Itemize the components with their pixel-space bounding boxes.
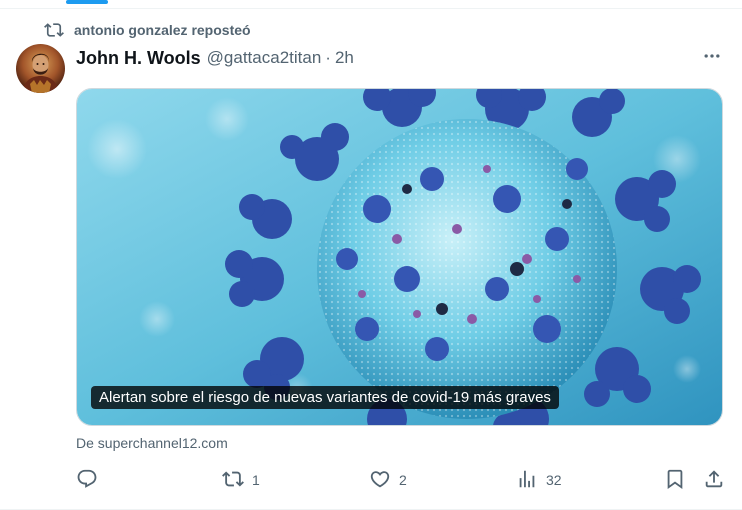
separator-dot: · <box>325 48 331 67</box>
views-count: 32 <box>546 472 562 488</box>
repost-icon <box>222 468 244 493</box>
heart-icon <box>369 468 391 493</box>
views-button[interactable]: 32 <box>516 468 562 492</box>
share-button[interactable] <box>703 468 725 492</box>
avatar[interactable] <box>16 44 65 93</box>
tweet-timestamp[interactable]: 2h <box>335 48 354 68</box>
more-icon <box>702 46 722 71</box>
link-source[interactable]: De superchannel12.com <box>76 435 228 451</box>
media-card[interactable]: Alertan sobre el riesgo de nuevas varian… <box>76 88 723 426</box>
repost-button[interactable]: 1 <box>222 468 260 492</box>
more-options-button[interactable] <box>700 46 724 70</box>
media-caption: Alertan sobre el riesgo de nuevas varian… <box>91 386 559 409</box>
reply-button[interactable] <box>76 468 98 492</box>
like-count: 2 <box>399 472 407 488</box>
repost-count: 1 <box>252 472 260 488</box>
repost-context: antonio gonzalez reposteó <box>44 19 251 41</box>
active-tab-indicator <box>66 0 108 4</box>
bookmark-button[interactable] <box>664 468 686 492</box>
author-name[interactable]: John H. Wools <box>76 48 201 69</box>
like-button[interactable]: 2 <box>369 468 407 492</box>
bookmark-icon <box>664 468 686 493</box>
tweet-header: John H. Wools @gattaca2titan · 2h <box>76 46 354 70</box>
views-icon <box>516 468 538 493</box>
repost-label[interactable]: antonio gonzalez reposteó <box>74 22 251 38</box>
author-handle[interactable]: @gattaca2titan <box>207 48 322 68</box>
repost-icon <box>44 20 64 40</box>
tweet-actions: 1 2 32 <box>76 468 724 492</box>
reply-icon <box>76 468 98 493</box>
share-icon <box>703 468 725 493</box>
virus-image <box>77 89 722 425</box>
top-divider <box>0 8 742 9</box>
